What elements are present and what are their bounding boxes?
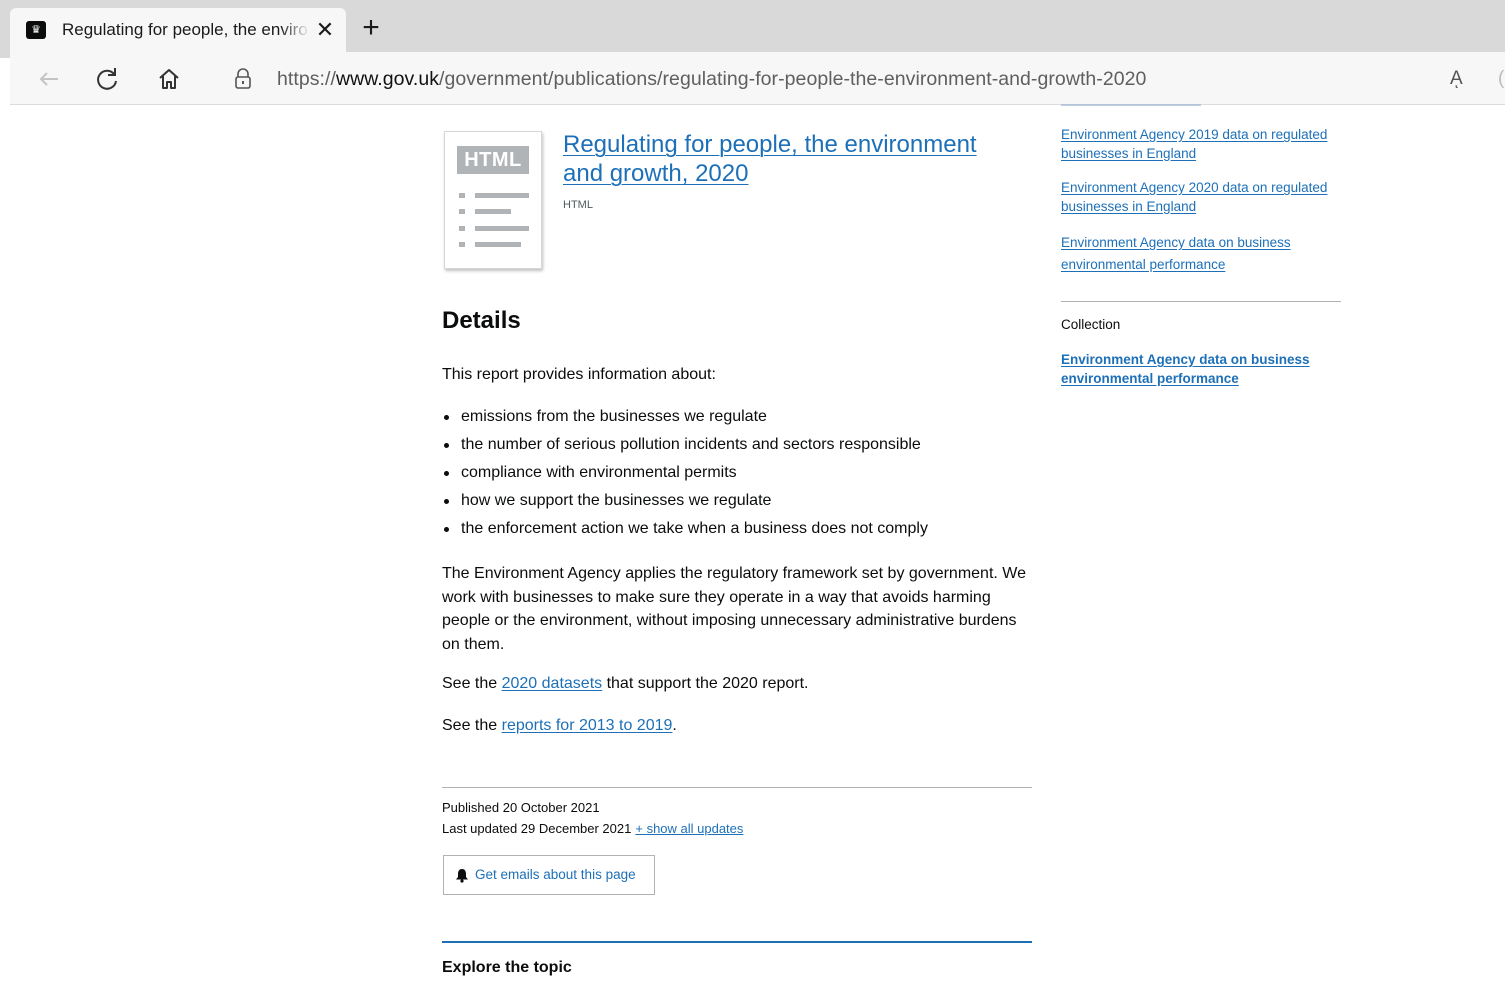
details-intro: This report provides information about: [442,366,716,383]
url-prefix: https:// [277,68,336,90]
reports-link[interactable]: reports for 2013 to 2019 [502,717,673,734]
list-item: how we support the businesses we regulat… [442,489,928,517]
datasets-link[interactable]: 2020 datasets [502,675,603,692]
address-bar[interactable]: https://www.gov.uk/government/publicatio… [277,66,1146,92]
sidebar-divider [1061,301,1341,302]
sidebar-link-2019-data[interactable]: Environment Agency 2019 data on regulate… [1061,126,1331,163]
url-domain: www.gov.uk [335,68,440,90]
divider [442,787,1032,788]
details-bullet-list: emissions from the businesses we regulat… [442,405,928,545]
crown-favicon-icon: ♛ [26,21,46,39]
get-emails-label: Get emails about this page [475,867,636,882]
explore-divider [442,941,1032,943]
home-icon[interactable] [154,64,184,94]
url-path: /government/publications/regulating-for-… [439,68,1147,90]
document-type: HTML [563,199,593,211]
list-item: compliance with environmental permits [442,461,928,489]
html-document-thumbnail[interactable]: HTML [444,131,542,269]
new-tab-button[interactable]: + [356,13,386,44]
published-date: Published 20 October 2021 [442,800,600,815]
get-emails-button[interactable]: Get emails about this page [443,855,655,895]
details-heading: Details [442,307,521,334]
scrolled-link-fragment [1061,104,1201,106]
toolbar-overflow-icon[interactable]: ( [1498,66,1505,92]
last-updated: Last updated 29 December 2021 + show all … [442,821,744,836]
collection-label: Collection [1061,317,1121,332]
browser-tab[interactable]: ♛ Regulating for people, the environment… [10,8,346,52]
tab-close-button[interactable]: ✕ [312,17,338,43]
tab-title: Regulating for people, the environment a… [62,20,308,39]
read-aloud-icon[interactable]: Aͅ [1450,66,1463,92]
sidebar-link-2020-data[interactable]: Environment Agency 2020 data on regulate… [1061,179,1331,216]
show-all-updates-link[interactable]: + show all updates [635,821,743,836]
html-badge: HTML [457,146,529,174]
list-item: the enforcement action we take when a bu… [442,517,928,545]
list-item: emissions from the businesses we regulat… [442,405,928,433]
sidebar-link-business-performance[interactable]: Environment Agency data on business envi… [1061,232,1331,276]
bell-icon [455,868,469,883]
explore-topic-heading: Explore the topic [442,959,572,976]
collection-link[interactable]: Environment Agency data on business envi… [1061,351,1331,388]
back-arrow-icon[interactable] [34,64,64,94]
browser-tab-strip: ♛ Regulating for people, the environment… [0,0,1505,58]
reports-sentence: See the reports for 2013 to 2019. [442,717,677,734]
list-item: the number of serious pollution incident… [442,433,928,461]
browser-toolbar: https://www.gov.uk/government/publicatio… [10,52,1505,105]
lock-icon[interactable] [232,67,254,91]
details-paragraph: The Environment Agency applies the regul… [442,565,1026,653]
document-title-link[interactable]: Regulating for people, the environment a… [563,130,1003,188]
refresh-icon[interactable] [92,64,122,94]
datasets-sentence: See the 2020 datasets that support the 2… [442,675,809,692]
